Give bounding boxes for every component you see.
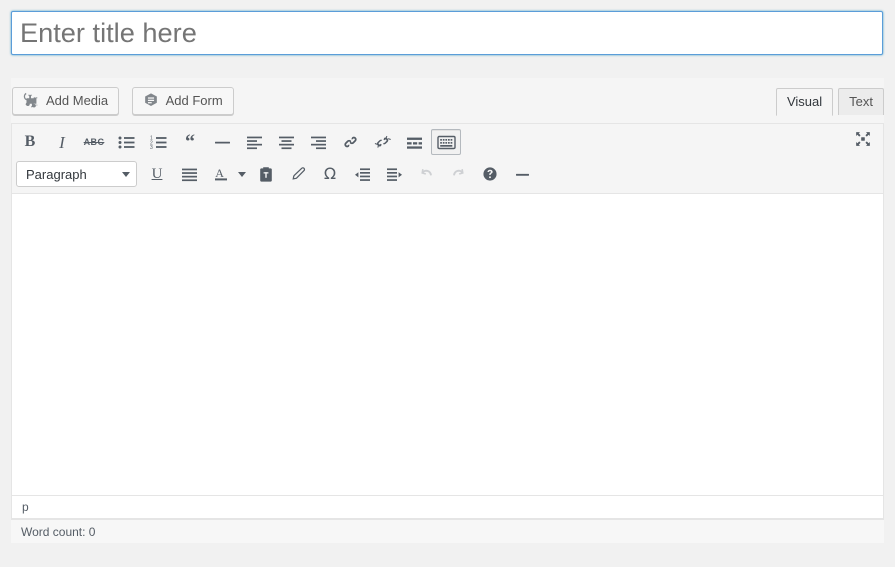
text-color-icon: A xyxy=(214,166,227,181)
toolbar-toggle-button[interactable] xyxy=(431,129,461,155)
element-path[interactable]: p xyxy=(22,500,29,514)
blockquote-icon: “ xyxy=(185,131,195,153)
outdent-button[interactable] xyxy=(347,161,377,187)
horizontal-rule-icon xyxy=(214,141,230,143)
text-color-splitbutton[interactable]: A xyxy=(205,160,250,188)
editor-toolbar-group: B I ABC 1 2 3 “ Paragraph U A Ω xyxy=(12,124,883,194)
remove-link-button[interactable] xyxy=(367,129,397,155)
redo-button[interactable] xyxy=(443,161,473,187)
editor-container: B I ABC 1 2 3 “ Paragraph U A Ω p xyxy=(11,123,884,520)
redo-icon xyxy=(452,168,464,176)
add-media-label: Add Media xyxy=(46,93,109,108)
clear-formatting-button[interactable] xyxy=(283,161,313,187)
word-count-label: Word count: 0 xyxy=(21,524,96,539)
kitchen-sink-icon xyxy=(436,135,456,149)
paste-as-text-button[interactable] xyxy=(251,161,281,187)
align-center-button[interactable] xyxy=(271,129,301,155)
align-left-icon xyxy=(246,136,262,149)
editor-tabs: Visual Text xyxy=(771,87,884,116)
format-select-value: Paragraph xyxy=(26,166,87,182)
add-form-button[interactable]: Add Form xyxy=(131,87,234,115)
text-color-dropdown[interactable] xyxy=(234,160,250,188)
read-more-icon xyxy=(406,137,422,149)
post-title-input[interactable] xyxy=(11,11,883,55)
form-icon xyxy=(142,92,160,110)
word-count-bar: Word count: 0 xyxy=(11,520,884,543)
undo-icon xyxy=(420,168,432,176)
fullscreen-icon xyxy=(856,132,870,146)
unordered-list-icon xyxy=(118,136,134,148)
media-buttons: Add Media Add Form xyxy=(11,87,242,115)
toolbar-row-1: B I ABC 1 2 3 “ xyxy=(12,124,883,158)
title-wrap xyxy=(0,0,895,55)
numbered-list-button[interactable]: 1 2 3 xyxy=(143,129,173,155)
outdent-icon xyxy=(354,167,370,181)
svg-text:3: 3 xyxy=(150,145,153,150)
align-right-icon xyxy=(310,136,326,149)
keyboard-shortcuts-button[interactable] xyxy=(475,161,505,187)
unlink-icon xyxy=(374,135,391,148)
dash-icon xyxy=(515,173,529,176)
editor-content-area[interactable] xyxy=(12,194,883,496)
justify-button[interactable] xyxy=(174,161,204,187)
clear-formatting-icon xyxy=(291,167,305,180)
horizontal-rule-button[interactable] xyxy=(207,129,237,155)
chevron-down-icon xyxy=(122,171,130,177)
fullscreen-button[interactable] xyxy=(848,126,878,152)
editor-tools: Add Media Add Form Visual Text xyxy=(11,78,884,123)
media-icon xyxy=(22,92,40,110)
strikethrough-icon: ABC xyxy=(83,137,105,147)
align-right-button[interactable] xyxy=(303,129,333,155)
indent-icon xyxy=(386,167,402,181)
undo-button[interactable] xyxy=(411,161,441,187)
bold-icon: B xyxy=(24,133,36,150)
bold-button[interactable]: B xyxy=(15,129,45,155)
paste-as-text-icon xyxy=(260,166,272,182)
help-icon xyxy=(483,167,497,181)
chevron-down-icon xyxy=(238,171,246,177)
align-justify-icon xyxy=(181,168,197,181)
special-character-button[interactable]: Ω xyxy=(315,161,345,187)
tab-text[interactable]: Text xyxy=(838,88,884,115)
format-select[interactable]: Paragraph xyxy=(16,161,137,187)
editor-statusbar: p xyxy=(12,496,883,519)
italic-icon: I xyxy=(59,132,65,152)
add-media-button[interactable]: Add Media xyxy=(12,87,120,115)
svg-text:A: A xyxy=(215,166,224,180)
editor-wrap: Add Media Add Form Visual Text B I ABC 1… xyxy=(11,78,884,543)
strikethrough-button[interactable]: ABC xyxy=(79,129,109,155)
blockquote-button[interactable]: “ xyxy=(175,129,205,155)
underline-icon: U xyxy=(151,165,163,182)
read-more-button[interactable] xyxy=(399,129,429,155)
link-icon xyxy=(343,136,357,148)
align-left-button[interactable] xyxy=(239,129,269,155)
special-character-icon: Ω xyxy=(323,164,337,183)
add-form-label: Add Form xyxy=(165,93,223,108)
text-color-button[interactable]: A xyxy=(206,161,236,187)
indent-button[interactable] xyxy=(379,161,409,187)
tab-visual[interactable]: Visual xyxy=(775,88,834,116)
underline-button[interactable]: U xyxy=(142,161,172,187)
toolbar-row-2: Paragraph U A Ω xyxy=(12,158,883,193)
ordered-list-icon: 1 2 3 xyxy=(150,135,166,150)
italic-button[interactable]: I xyxy=(47,129,77,155)
align-center-icon xyxy=(278,136,294,149)
editor-body[interactable] xyxy=(12,194,883,495)
dash-button[interactable] xyxy=(507,161,537,187)
bulleted-list-button[interactable] xyxy=(111,129,141,155)
insert-link-button[interactable] xyxy=(335,129,365,155)
